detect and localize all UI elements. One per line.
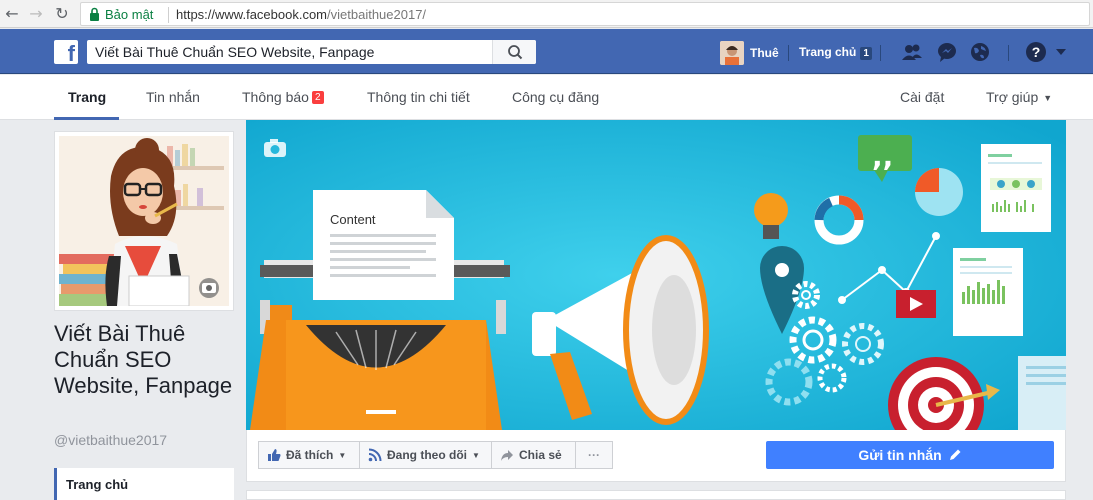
search-box[interactable] <box>87 40 536 64</box>
lock-icon <box>90 7 99 21</box>
messenger-icon[interactable] <box>936 42 958 62</box>
rss-icon <box>368 448 382 462</box>
send-message-button[interactable]: Gửi tin nhắn <box>766 441 1054 469</box>
url-host: https://www.facebook.com <box>176 7 328 22</box>
send-message-label: Gửi tin nhắn <box>858 447 942 463</box>
forward-icon[interactable]: → <box>26 4 46 24</box>
tab-help[interactable]: Trợ giúp ▼ <box>986 89 1052 105</box>
search-button[interactable] <box>492 40 536 64</box>
divider <box>880 45 881 61</box>
browser-toolbar: ← → ↻ Bảo mật https://www.facebook.com/v… <box>0 0 1093 28</box>
address-bar[interactable]: Bảo mật https://www.facebook.com/vietbai… <box>80 2 1090 26</box>
cover-photo[interactable]: Content ,, <box>246 120 1066 430</box>
active-tab-indicator <box>54 117 119 120</box>
account-menu-caret-icon[interactable] <box>1056 49 1066 55</box>
notifications-globe-icon[interactable] <box>969 42 991 62</box>
url-path: /vietbaithue2017/ <box>327 7 427 22</box>
share-button[interactable]: Chia sẻ <box>491 441 576 469</box>
profile-picture[interactable] <box>54 131 234 311</box>
tab-messages[interactable]: Tin nhắn <box>146 89 200 105</box>
tab-notifications[interactable]: Thông báo 2 <box>242 89 324 105</box>
secure-label: Bảo mật <box>105 7 154 22</box>
following-label: Đang theo dõi <box>387 448 467 462</box>
tab-publishing-tools[interactable]: Công cụ đăng <box>512 89 599 105</box>
following-caret-icon: ▼ <box>472 450 480 460</box>
page-title: Viết Bài Thuê Chuẩn SEO Website, Fanpage <box>54 321 233 398</box>
share-label: Chia sẻ <box>519 448 562 462</box>
share-arrow-icon <box>501 450 513 461</box>
page-tabs: Trang Tin nhắn Thông báo 2 Thông tin chi … <box>0 75 1093 120</box>
content-card <box>246 490 1066 500</box>
tab-notifications-label: Thông báo <box>242 89 309 105</box>
tab-help-label: Trợ giúp <box>986 89 1039 105</box>
divider <box>1008 45 1009 61</box>
help-icon[interactable]: ? <box>1026 42 1046 62</box>
avatar <box>720 41 744 65</box>
user-profile-link[interactable]: Thuê <box>720 41 779 65</box>
liked-caret-icon: ▼ <box>338 450 347 460</box>
thumbs-up-icon <box>268 449 281 461</box>
tab-page[interactable]: Trang <box>68 89 106 105</box>
divider <box>788 45 789 61</box>
more-options-button[interactable]: ··· <box>575 441 613 469</box>
liked-button[interactable]: Đã thích ▼ <box>258 441 360 469</box>
search-icon <box>508 45 523 60</box>
address-divider <box>168 7 169 23</box>
tab-insights[interactable]: Thông tin chi tiết <box>367 89 470 105</box>
tab-settings[interactable]: Cài đặt <box>900 89 944 105</box>
sidebar-item-home[interactable]: Trang chủ <box>54 468 234 500</box>
notifications-count-badge: 2 <box>311 91 324 104</box>
back-icon[interactable]: ← <box>2 4 22 24</box>
page-username[interactable]: @vietbaithue2017 <box>54 432 167 448</box>
sidebar-item-label: Trang chủ <box>66 477 129 492</box>
search-input[interactable] <box>87 40 487 64</box>
reload-icon[interactable]: ↻ <box>52 4 72 24</box>
profile-illustration <box>59 136 229 306</box>
liked-label: Đã thích <box>286 448 334 462</box>
pencil-icon <box>949 449 961 460</box>
svg-text:,,: ,, <box>872 140 893 173</box>
friend-requests-icon[interactable] <box>901 42 923 62</box>
facebook-top-bar: f Thuê Trang chủ1 <box>0 29 1093 74</box>
url-text[interactable]: https://www.facebook.com/vietbaithue2017… <box>176 7 426 22</box>
home-count-badge: 1 <box>860 47 872 60</box>
facebook-logo[interactable]: f <box>54 40 78 64</box>
cover-doc-label: Content <box>330 212 376 227</box>
following-button[interactable]: Đang theo dõi ▼ <box>359 441 492 469</box>
cover-illustration: Content ,, <box>246 120 1066 430</box>
user-name: Thuê <box>750 46 779 60</box>
help-caret-icon: ▼ <box>1043 93 1053 103</box>
home-link[interactable]: Trang chủ 1 <box>799 45 872 60</box>
home-label: Trang chủ <box>799 45 857 59</box>
